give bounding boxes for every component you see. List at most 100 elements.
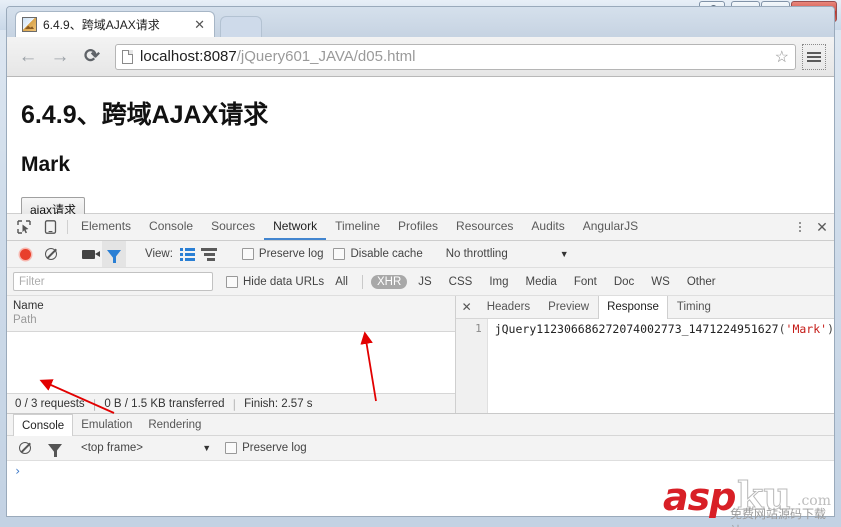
network-body: Name Path 0 / 3 requests ❘ 0 B / 1.5 KB … (7, 296, 834, 413)
filter-icon[interactable] (43, 443, 67, 457)
request-list-pane: Name Path 0 / 3 requests ❘ 0 B / 1.5 KB … (7, 296, 456, 413)
clear-console-icon[interactable] (13, 442, 37, 454)
new-tab-button[interactable] (220, 16, 262, 37)
chevron-down-icon: ▼ (559, 249, 569, 259)
response-code[interactable]: jQuery112306686272074002773_147122495162… (488, 319, 834, 413)
frame-selector-value: <top frame> (81, 442, 144, 454)
filter-type-js[interactable]: JS (412, 275, 437, 289)
detail-tab-timing[interactable]: Timing (668, 296, 720, 318)
divider (361, 274, 363, 289)
drawer-tab-rendering[interactable]: Rendering (140, 414, 209, 435)
devtools-tab-angularjs[interactable]: AngularJS (574, 214, 647, 240)
filter-type-img[interactable]: Img (483, 275, 514, 289)
page-info-icon (122, 49, 133, 64)
throttling-value: No throttling (445, 248, 508, 260)
inspect-element-icon[interactable] (11, 214, 37, 240)
devtools-tab-timeline[interactable]: Timeline (326, 214, 389, 240)
waterfall-view-icon[interactable] (197, 247, 221, 261)
screenshot-root: ✕ 6.4.9、跨域AJAX请求 ✕ ← → ⟳ localhost:8087/… (0, 0, 841, 527)
devtools-tab-console[interactable]: Console (140, 214, 202, 240)
filter-icon[interactable] (102, 241, 126, 267)
page-title: 6.4.9、跨域AJAX请求 (21, 101, 269, 129)
devtools-tab-elements[interactable]: Elements (72, 214, 140, 240)
devtools-panel: Elements Console Sources Network Timelin… (7, 213, 834, 483)
response-body: 1 jQuery112306686272074002773_1471224951… (455, 319, 834, 413)
more-options-icon[interactable] (790, 222, 810, 232)
devtools-tabbar-actions: ✕ (781, 214, 834, 240)
frame-selector[interactable]: <top frame> ▼ (81, 442, 211, 454)
filter-input[interactable]: Filter (13, 272, 213, 291)
capture-screenshots-icon[interactable] (76, 249, 100, 259)
filter-type-ws[interactable]: WS (645, 275, 676, 289)
forward-button[interactable]: → (47, 44, 73, 70)
browser-tab[interactable]: 6.4.9、跨域AJAX请求 ✕ (15, 11, 215, 37)
console-preserve-log-checkbox[interactable]: Preserve log (225, 442, 307, 454)
page-image-icon (22, 17, 37, 32)
response-open-paren: ( (778, 322, 786, 336)
filter-type-css[interactable]: CSS (443, 275, 479, 289)
view-label: View: (145, 248, 173, 260)
response-close-paren: ) (827, 322, 834, 336)
devtools-tab-resources[interactable]: Resources (447, 214, 522, 240)
response-callback-name: jQuery112306686272074002773_147122495162… (494, 322, 779, 336)
devtools-tabbar: Elements Console Sources Network Timelin… (7, 214, 834, 241)
console-prompt[interactable]: › (7, 461, 834, 483)
request-list[interactable] (7, 332, 455, 393)
response-argument: 'Mark' (785, 322, 828, 336)
column-header-name: Name (13, 300, 44, 312)
request-detail-pane: ✕ Headers Preview Response Timing 1 jQue… (455, 296, 834, 413)
divider (67, 220, 68, 234)
reload-button[interactable]: ⟳ (79, 44, 105, 70)
network-filter-bar: Filter Hide data URLs All XHR JS CSS Img… (7, 268, 834, 296)
close-tab-button[interactable]: ✕ (191, 18, 208, 31)
filter-type-all[interactable]: All (329, 275, 354, 289)
page-subtitle: Mark (21, 153, 71, 176)
checkbox-icon (225, 442, 238, 454)
checkbox-icon (241, 248, 254, 260)
devtools-tab-audits[interactable]: Audits (522, 214, 573, 240)
hide-data-urls-label: Hide data URLs (243, 275, 325, 288)
url-path: /jQuery601_JAVA/d05.html (236, 48, 416, 65)
filter-type-other[interactable]: Other (681, 275, 722, 289)
back-button[interactable]: ← (15, 44, 41, 70)
detail-tab-headers[interactable]: Headers (478, 296, 539, 318)
detail-tabbar: ✕ Headers Preview Response Timing (455, 296, 834, 319)
drawer-tab-console[interactable]: Console (13, 414, 74, 436)
divider: ❘ (229, 398, 240, 411)
throttling-dropdown[interactable]: No throttling ▼ (446, 248, 569, 260)
device-toolbar-icon[interactable] (37, 214, 63, 240)
close-devtools-icon[interactable]: ✕ (810, 214, 834, 241)
filter-type-font[interactable]: Font (568, 275, 603, 289)
bookmark-star-icon[interactable]: ☆ (775, 47, 789, 67)
chevron-down-icon: ▼ (202, 443, 212, 453)
request-list-header: Name Path (7, 296, 455, 332)
disable-cache-checkbox[interactable]: Disable cache (333, 248, 423, 260)
divider: ❘ (89, 398, 100, 411)
browser-toolbar: ← → ⟳ localhost:8087/jQuery601_JAVA/d05.… (7, 37, 834, 77)
requests-count: 0 / 3 requests (15, 397, 85, 410)
devtools-tab-sources[interactable]: Sources (202, 214, 264, 240)
clear-icon[interactable] (39, 248, 63, 260)
console-drawer: Console Emulation Rendering <top frame> … (7, 413, 834, 483)
line-number-gutter: 1 (455, 319, 488, 413)
filter-type-doc[interactable]: Doc (608, 275, 640, 289)
drawer-tab-emulation[interactable]: Emulation (73, 414, 140, 435)
filter-type-xhr[interactable]: XHR (370, 274, 408, 289)
column-header-path: Path (13, 314, 37, 326)
address-bar[interactable]: localhost:8087/jQuery601_JAVA/d05.html ☆ (115, 43, 796, 70)
record-icon[interactable] (13, 248, 37, 260)
filter-type-media[interactable]: Media (520, 275, 563, 289)
preserve-log-label: Preserve log (258, 248, 324, 260)
list-view-icon[interactable] (180, 248, 195, 261)
browser-tabstrip: 6.4.9、跨域AJAX请求 ✕ (7, 7, 834, 37)
detail-tab-response[interactable]: Response (598, 296, 668, 319)
checkbox-icon (333, 248, 346, 260)
detail-tab-preview[interactable]: Preview (539, 296, 598, 318)
devtools-tab-network[interactable]: Network (264, 214, 327, 240)
devtools-tab-profiles[interactable]: Profiles (389, 214, 447, 240)
preserve-log-checkbox[interactable]: Preserve log (241, 248, 324, 260)
hide-data-urls-checkbox[interactable]: Hide data URLs (226, 275, 325, 288)
hamburger-menu-icon[interactable] (802, 43, 826, 70)
close-detail-icon[interactable]: ✕ (456, 296, 478, 318)
drawer-tabbar: Console Emulation Rendering (7, 414, 834, 436)
